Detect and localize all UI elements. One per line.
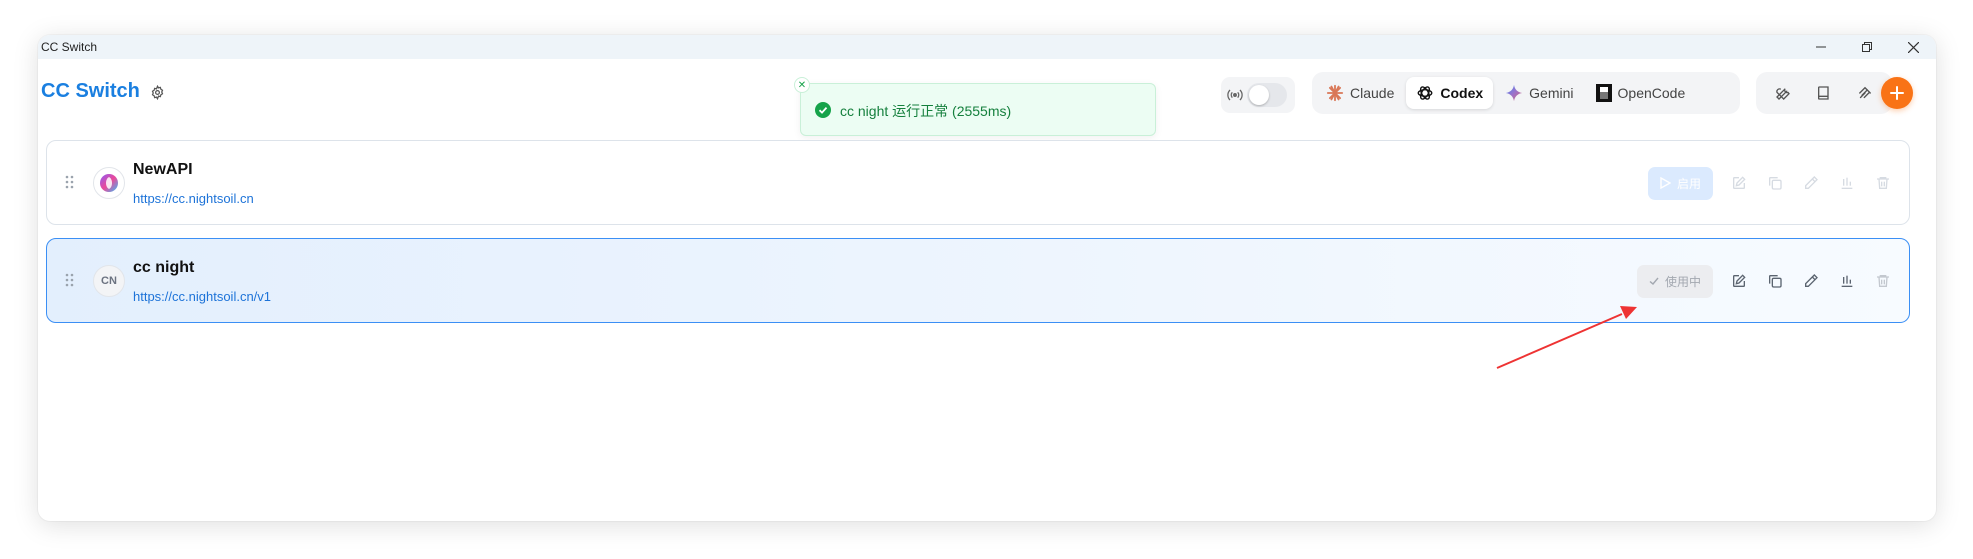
tab-gemini[interactable]: Gemini bbox=[1495, 77, 1583, 109]
edit-icon bbox=[1733, 274, 1746, 287]
enable-label: 启用 bbox=[1676, 176, 1701, 191]
delete-button[interactable] bbox=[1867, 265, 1899, 297]
broadcast-icon bbox=[1227, 88, 1243, 102]
close-button[interactable] bbox=[1890, 35, 1936, 59]
restore-button[interactable] bbox=[1844, 35, 1890, 59]
tab-label: Codex bbox=[1440, 85, 1484, 101]
tab-opencode[interactable]: OpenCode bbox=[1586, 77, 1696, 109]
enable-button[interactable]: 启用 bbox=[1647, 166, 1713, 200]
in-use-button[interactable]: 使用中 bbox=[1636, 264, 1713, 298]
plus-icon bbox=[1890, 86, 1904, 100]
wrench-icon bbox=[1775, 88, 1790, 100]
toast-close-button[interactable]: ✕ bbox=[794, 77, 810, 93]
settings-button[interactable] bbox=[146, 81, 168, 103]
minimize-button[interactable] bbox=[1798, 35, 1844, 59]
tab-claude[interactable]: Claude bbox=[1316, 77, 1404, 109]
toast-message: cc night 运行正常 (2555ms) bbox=[840, 103, 1012, 119]
drag-handle-icon[interactable] bbox=[65, 175, 75, 189]
edit-button[interactable] bbox=[1723, 167, 1755, 199]
book-icon bbox=[1817, 86, 1829, 100]
pencil-icon bbox=[1805, 176, 1818, 189]
close-icon bbox=[1907, 41, 1919, 53]
in-use-label: 使用中 bbox=[1664, 274, 1701, 289]
window-title: CC Switch bbox=[41, 40, 98, 54]
provider-actions: 使用中 bbox=[1636, 263, 1899, 299]
trash-icon bbox=[1877, 275, 1889, 287]
provider-avatar: CN bbox=[93, 265, 125, 297]
bar-chart-icon bbox=[1841, 275, 1853, 287]
proxy-toggle[interactable] bbox=[1247, 83, 1287, 107]
close-icon: ✕ bbox=[797, 79, 807, 91]
test-button[interactable] bbox=[1795, 167, 1827, 199]
trash-icon bbox=[1877, 177, 1889, 189]
proxy-toggle-group bbox=[1221, 77, 1295, 113]
opencode-icon bbox=[1595, 84, 1612, 102]
usage-button[interactable] bbox=[1831, 167, 1863, 199]
claude-icon bbox=[1326, 84, 1344, 102]
provider-card[interactable]: NewAPI https://cc.nightsoil.cn 启用 bbox=[46, 140, 1910, 225]
toggle-knob bbox=[1249, 85, 1269, 105]
provider-name: NewAPI bbox=[133, 161, 193, 178]
check-circle-icon bbox=[815, 102, 831, 118]
edit-button[interactable] bbox=[1723, 265, 1755, 297]
provider-avatar bbox=[93, 167, 125, 199]
gemini-icon bbox=[1506, 84, 1523, 102]
minimize-icon bbox=[1816, 46, 1826, 48]
app-title: CC Switch bbox=[41, 80, 140, 102]
toast-notification: ✕ cc night 运行正常 (2555ms) bbox=[794, 77, 1156, 136]
app-tabs: Claude Codex Gemini OpenCode bbox=[1312, 72, 1740, 114]
mcp-button[interactable] bbox=[1851, 79, 1879, 107]
add-provider-button[interactable] bbox=[1881, 77, 1913, 109]
copy-icon bbox=[1769, 275, 1782, 288]
play-icon bbox=[1660, 177, 1671, 189]
window-controls bbox=[1798, 35, 1936, 59]
fingerprint-icon bbox=[1859, 86, 1872, 99]
provider-url[interactable]: https://cc.nightsoil.cn/v1 bbox=[133, 289, 271, 304]
title-bar: CC Switch bbox=[38, 35, 1936, 59]
tab-label: OpenCode bbox=[1617, 85, 1686, 101]
provider-actions: 启用 bbox=[1647, 165, 1899, 201]
restore-icon bbox=[1862, 42, 1872, 52]
toolbar bbox=[1756, 72, 1892, 114]
check-icon bbox=[1649, 277, 1659, 285]
delete-button[interactable] bbox=[1867, 167, 1899, 199]
tab-codex[interactable]: Codex bbox=[1406, 77, 1494, 109]
drag-handle-icon[interactable] bbox=[65, 273, 75, 287]
newapi-logo-icon bbox=[100, 174, 118, 192]
provider-name: cc night bbox=[133, 259, 195, 276]
bar-chart-icon bbox=[1841, 177, 1853, 189]
gear-icon bbox=[151, 84, 163, 100]
duplicate-button[interactable] bbox=[1759, 167, 1791, 199]
tools-button[interactable] bbox=[1769, 79, 1797, 107]
usage-button[interactable] bbox=[1831, 265, 1863, 297]
openai-icon bbox=[1417, 86, 1433, 100]
test-button[interactable] bbox=[1795, 265, 1827, 297]
duplicate-button[interactable] bbox=[1759, 265, 1791, 297]
docs-button[interactable] bbox=[1810, 79, 1838, 107]
app-window: CC Switch CC Switch ✕ cc night 运行正常 (255… bbox=[38, 35, 1936, 521]
pencil-icon bbox=[1805, 274, 1818, 287]
provider-url[interactable]: https://cc.nightsoil.cn bbox=[133, 191, 254, 206]
provider-card-active[interactable]: CN cc night https://cc.nightsoil.cn/v1 使… bbox=[46, 238, 1910, 323]
edit-icon bbox=[1733, 176, 1746, 189]
copy-icon bbox=[1769, 177, 1782, 190]
tab-label: Claude bbox=[1350, 85, 1395, 101]
tab-label: Gemini bbox=[1529, 85, 1574, 101]
